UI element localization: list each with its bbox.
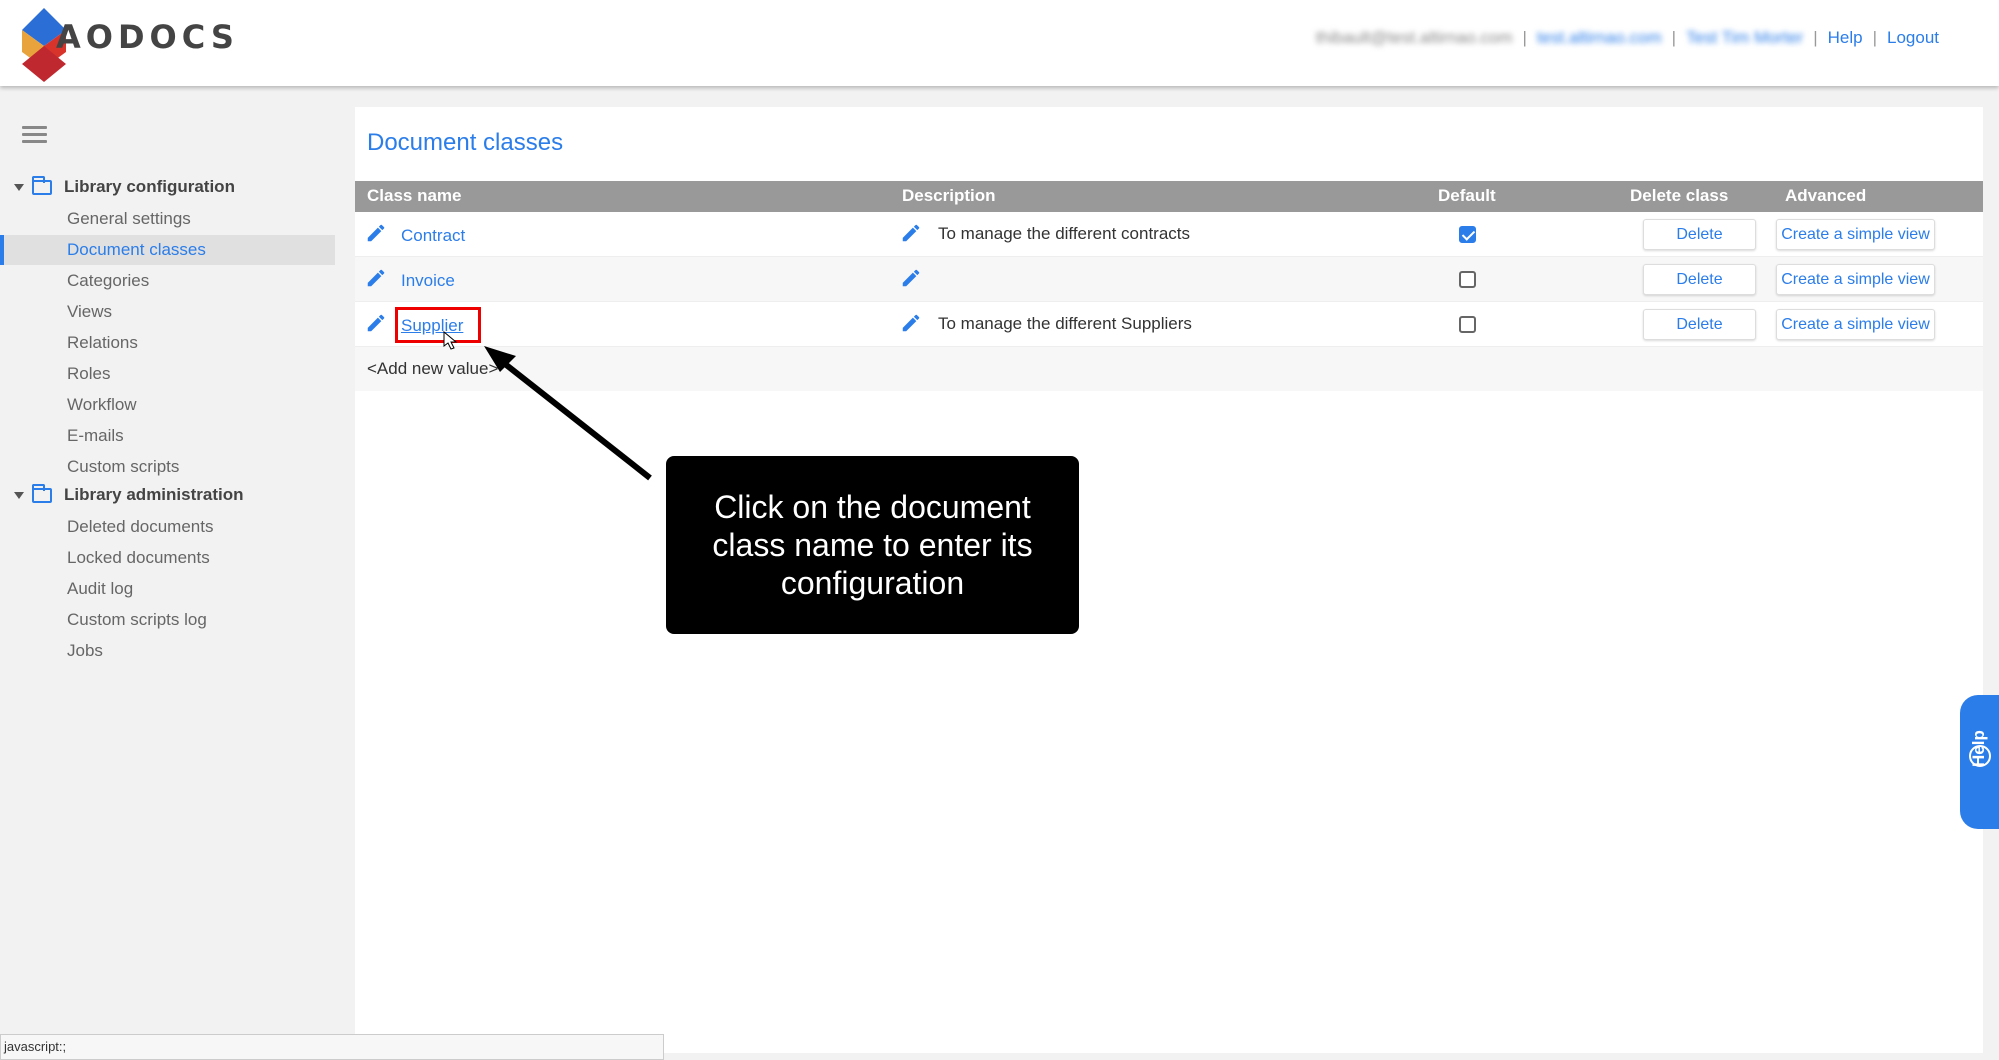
sidebar-item-jobs[interactable]: Jobs (0, 636, 335, 666)
edit-pencil-icon[interactable] (900, 312, 922, 334)
status-bar: javascript:; (0, 1034, 664, 1060)
callout-line: Click on the document (714, 489, 1031, 525)
separator: | (1671, 28, 1677, 47)
callout-line: configuration (780, 565, 965, 601)
default-checkbox[interactable] (1459, 271, 1476, 288)
table-row: Contract To manage the different contrac… (355, 212, 1983, 257)
edit-pencil-icon[interactable] (900, 222, 922, 244)
sidebar-item-audit-log[interactable]: Audit log (0, 574, 335, 604)
section-title: Library administration (64, 485, 244, 504)
separator: | (1872, 28, 1877, 47)
help-tab-button[interactable]: Help (1960, 695, 1999, 829)
section-library-configuration[interactable]: Library configuration (14, 174, 235, 200)
user-email: thibault@test.altirnao.com (1315, 28, 1513, 47)
col-delete-class: Delete class (1630, 186, 1729, 205)
add-new-value-link[interactable]: <Add new value> (367, 359, 498, 379)
sidebar-item-document-classes[interactable]: Document classes (0, 235, 335, 265)
logout-link[interactable]: Logout (1887, 28, 1939, 48)
top-links: thibault@test.altirnao.com | test.altirn… (1316, 28, 1939, 48)
caret-down-icon (14, 183, 24, 191)
sidebar: Library configuration General settings D… (0, 86, 335, 1060)
edit-pencil-icon[interactable] (365, 312, 387, 334)
folder-icon (32, 483, 52, 503)
col-class-name: Class name (367, 186, 462, 205)
table-row: Invoice Delete Create a simple view (355, 257, 1983, 302)
sidebar-item-custom-scripts[interactable]: Custom scripts (0, 452, 335, 482)
edit-pencil-icon[interactable] (365, 267, 387, 289)
col-advanced: Advanced (1785, 186, 1867, 205)
page-title: Document classes (367, 129, 564, 156)
delete-button[interactable]: Delete (1643, 219, 1756, 250)
sidebar-item-general-settings[interactable]: General settings (0, 204, 335, 234)
sidebar-item-relations[interactable]: Relations (0, 328, 335, 358)
class-name-link[interactable]: Invoice (401, 271, 455, 291)
domain-link[interactable]: test.altirnao.com (1537, 28, 1662, 48)
section-title: Library configuration (64, 177, 235, 196)
callout-line: class name to enter its (712, 527, 1033, 563)
class-description: To manage the different contracts (938, 224, 1191, 243)
highlight-box (395, 307, 481, 343)
delete-button[interactable]: Delete (1643, 264, 1756, 295)
menu-icon[interactable] (22, 126, 47, 144)
section-library-administration[interactable]: Library administration (14, 482, 243, 508)
sidebar-item-roles[interactable]: Roles (0, 359, 335, 389)
sidebar-item-deleted-documents[interactable]: Deleted documents (0, 512, 335, 542)
edit-pencil-icon[interactable] (365, 222, 387, 244)
create-simple-view-button[interactable]: Create a simple view (1776, 219, 1935, 250)
sidebar-item-categories[interactable]: Categories (0, 266, 335, 296)
sidebar-item-views[interactable]: Views (0, 297, 335, 327)
sidebar-item-custom-scripts-log[interactable]: Custom scripts log (0, 605, 335, 635)
help-bubble-icon (1969, 745, 1991, 767)
help-link[interactable]: Help (1828, 28, 1863, 48)
logo-text: AODOCS (56, 18, 239, 56)
add-new-value-row[interactable]: <Add new value> (355, 347, 1983, 391)
separator: | (1522, 28, 1527, 47)
separator: | (1813, 28, 1818, 47)
document-classes-table: Class name Description Default Delete cl… (355, 181, 1983, 391)
main-content: Document classes Class name Description … (355, 107, 1983, 1053)
default-checkbox[interactable] (1459, 316, 1476, 333)
edit-pencil-icon[interactable] (900, 267, 922, 289)
folder-icon (32, 175, 52, 195)
col-description: Description (902, 186, 996, 205)
class-name-link[interactable]: Contract (401, 226, 465, 246)
table-row: Supplier To manage the different Supplie… (355, 302, 1983, 347)
default-checkbox[interactable] (1459, 226, 1476, 243)
library-link[interactable]: Test Tim Morter (1686, 28, 1803, 48)
instruction-callout: Click on the document class name to ente… (666, 456, 1079, 634)
delete-button[interactable]: Delete (1643, 309, 1756, 340)
create-simple-view-button[interactable]: Create a simple view (1776, 264, 1935, 295)
class-description: To manage the different Suppliers (938, 314, 1192, 333)
col-default: Default (1438, 186, 1496, 205)
create-simple-view-button[interactable]: Create a simple view (1776, 309, 1935, 340)
sidebar-item-emails[interactable]: E-mails (0, 421, 335, 451)
caret-down-icon (14, 491, 24, 499)
sidebar-item-locked-documents[interactable]: Locked documents (0, 543, 335, 573)
top-header: AODOCS thibault@test.altirnao.com | test… (0, 0, 1999, 86)
table-header: Class name Description Default Delete cl… (355, 181, 1983, 212)
sidebar-item-workflow[interactable]: Workflow (0, 390, 335, 420)
